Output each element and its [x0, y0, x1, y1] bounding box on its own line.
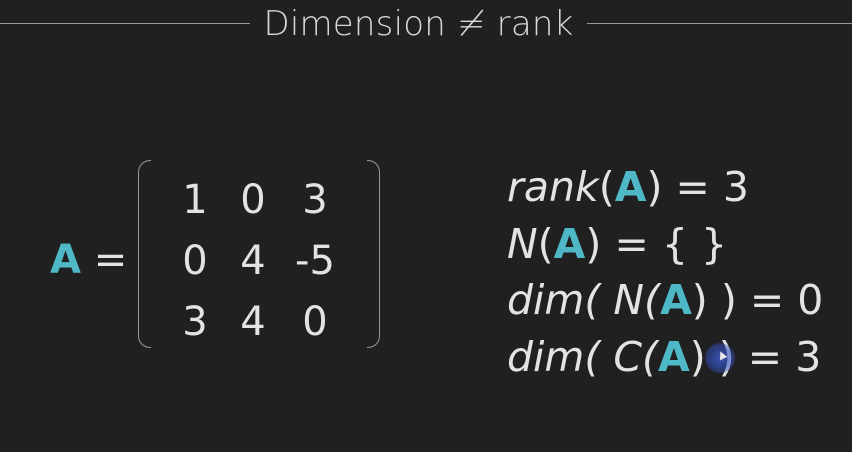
property-open: (: [537, 219, 554, 268]
property-arg: A: [553, 219, 586, 268]
property-close: ): [689, 332, 706, 381]
property-arg: A: [660, 276, 692, 324]
matrix-cell: 3: [182, 299, 208, 345]
property-open: (: [598, 163, 615, 211]
title-rule-left: [0, 23, 250, 24]
left-bracket: [138, 160, 151, 348]
property-rest: ) = 0: [707, 276, 824, 324]
matrix: 1 0 3 0 4 -5 3 4 0: [138, 160, 380, 348]
cursor-arrow-icon: [716, 349, 728, 361]
pointer-cursor-icon: [705, 343, 735, 373]
property-open: ( N(: [584, 276, 661, 324]
property-rest: = 3: [662, 163, 749, 211]
title-rule-right: [587, 23, 852, 24]
property-func: dim: [507, 332, 585, 381]
property-func: rank: [507, 163, 599, 211]
property-dim-null-space: dim( N(A) ) = 0: [507, 272, 823, 329]
matrix-cell: -5: [295, 238, 335, 284]
right-bracket: [367, 160, 380, 348]
property-open: ( C(: [584, 332, 659, 381]
matrix-cell: 0: [240, 177, 266, 223]
matrix-cell: 3: [302, 177, 328, 223]
property-arg: A: [614, 163, 647, 211]
matrix-label: A =: [50, 236, 127, 284]
matrix-equals: =: [93, 237, 128, 283]
matrix-cell: 4: [240, 238, 266, 284]
matrix-grid: 1 0 3 0 4 -5 3 4 0: [168, 170, 346, 353]
property-arg: A: [658, 332, 690, 381]
property-close: ): [691, 276, 708, 324]
matrix-cell: 0: [182, 238, 208, 284]
property-dim-column-space: dim( C(A) ) = 3: [507, 329, 823, 386]
matrix-cell: 4: [240, 299, 266, 345]
matrix-cell: 1: [182, 177, 208, 223]
property-null-space: N(A) = { }: [507, 216, 823, 273]
property-rest: = { }: [601, 219, 728, 268]
matrix-name: A: [50, 237, 81, 283]
matrix-cell: 0: [302, 299, 328, 345]
property-close: ): [585, 219, 602, 268]
properties-list: rank(A) = 3 N(A) = { } dim( N(A) ) = 0 d…: [507, 159, 823, 385]
property-rank: rank(A) = 3: [507, 159, 823, 216]
property-func: N: [507, 219, 538, 268]
property-close: ): [646, 163, 663, 211]
page-title: Dimension ≠ rank: [263, 4, 574, 44]
property-func: dim: [507, 276, 585, 324]
